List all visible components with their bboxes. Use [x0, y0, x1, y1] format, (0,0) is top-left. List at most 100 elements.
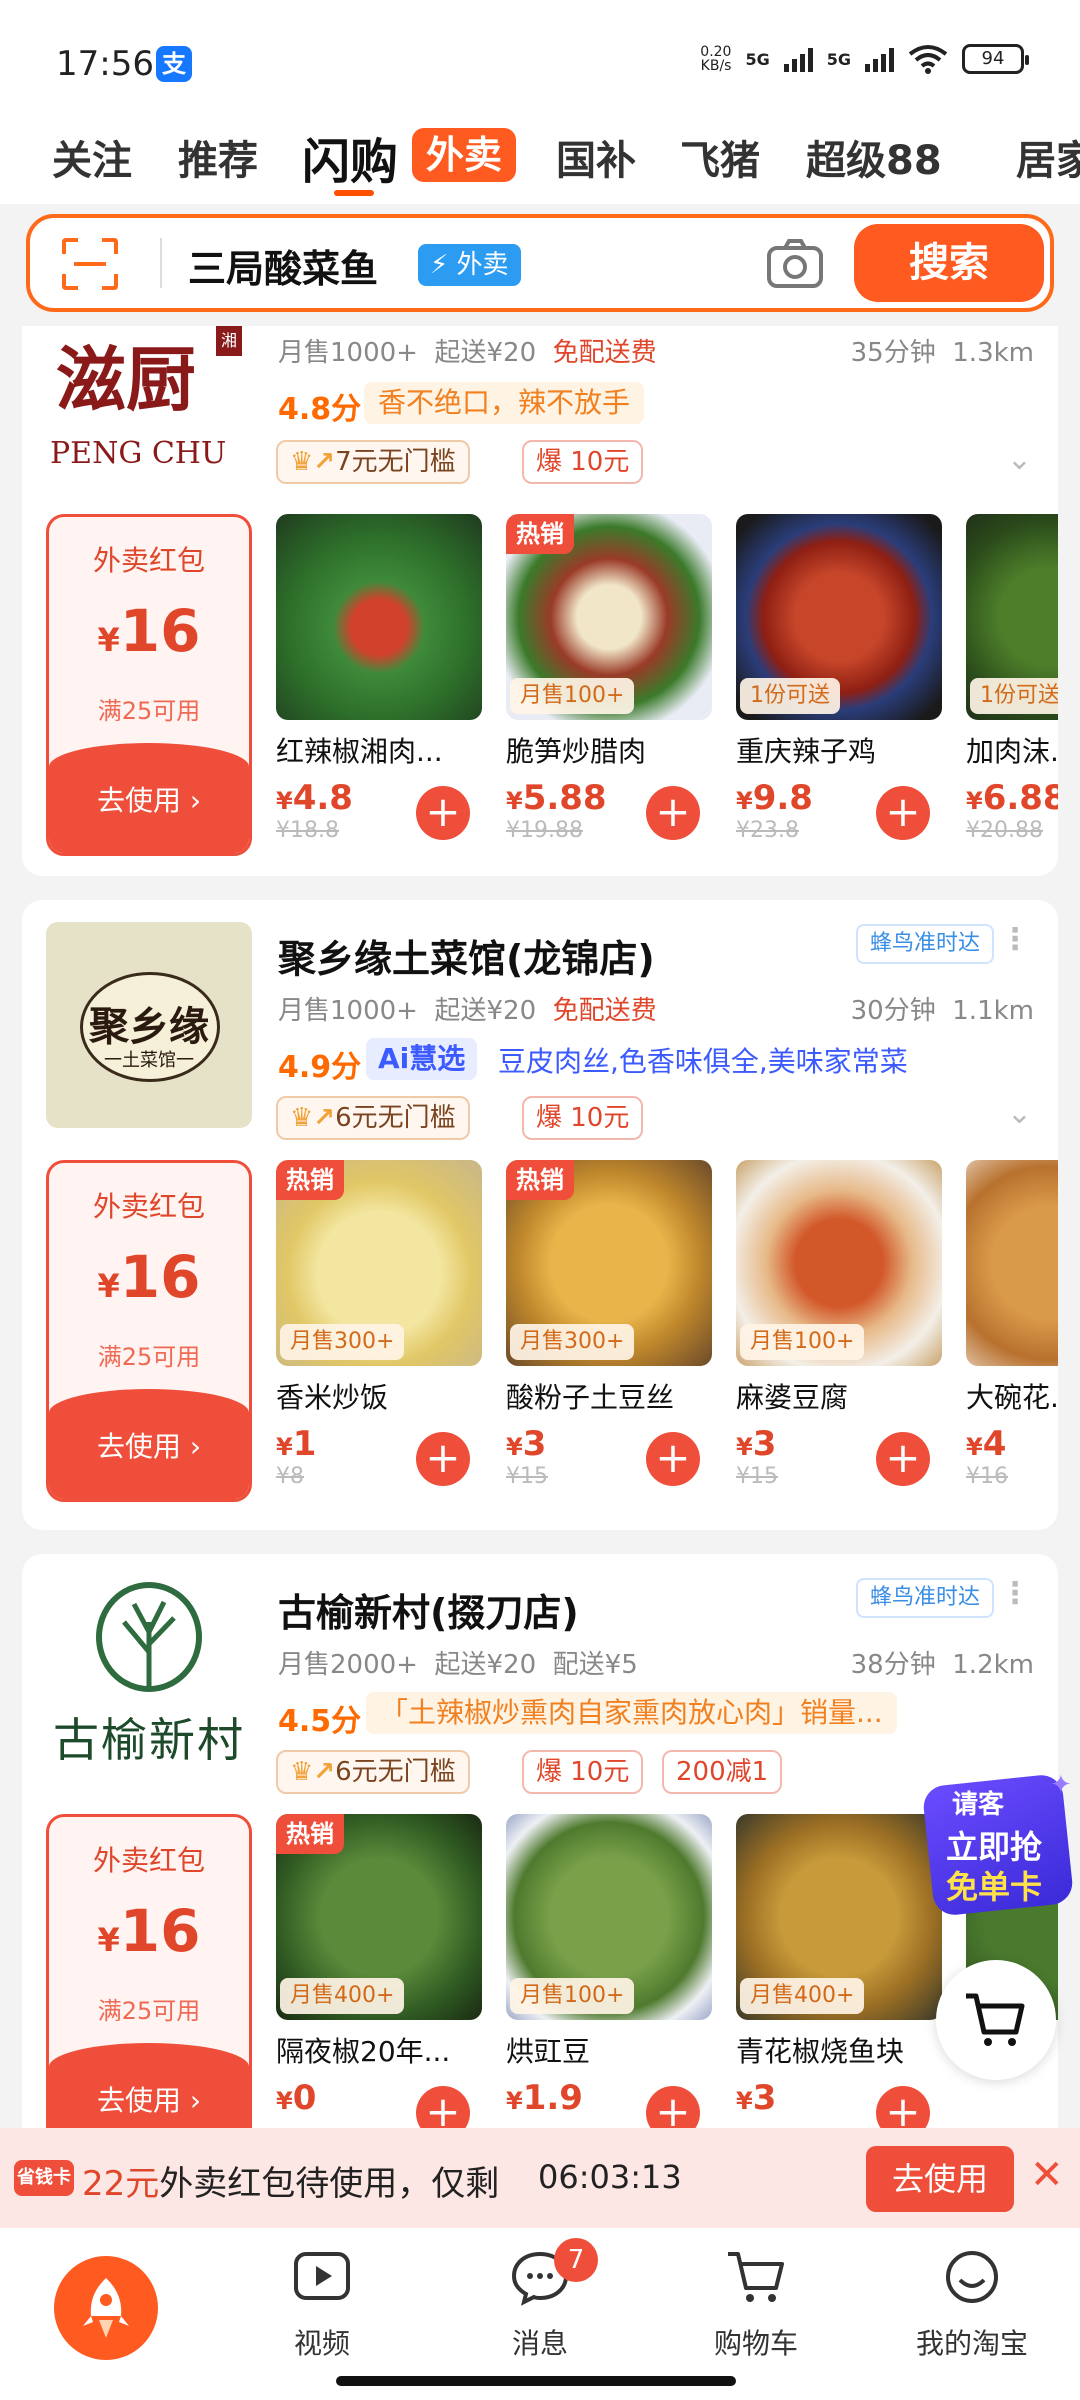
tab-subsidy[interactable]: 国补 — [556, 128, 636, 186]
nav-messages[interactable]: 7 消息 — [480, 2238, 600, 2362]
dish-item[interactable]: 热销 月售100+ 脆笋炒腊肉 ¥5.88 ¥19.88 + — [506, 514, 712, 843]
use-packet-button[interactable]: 去使用 › — [49, 2043, 249, 2128]
tab-home[interactable]: 居家 — [1016, 128, 1080, 186]
nav-cart[interactable]: 购物车 — [696, 2248, 816, 2362]
rocket-home-button[interactable] — [54, 2256, 158, 2360]
add-to-cart-button[interactable]: + — [876, 1432, 930, 1486]
tab-follow[interactable]: 关注 — [52, 128, 132, 186]
tab-flash-buy[interactable]: 闪购 — [302, 122, 398, 192]
fengniao-badge: 蜂鸟准时达 — [855, 1578, 994, 1618]
close-icon[interactable]: ✕ — [1030, 2152, 1064, 2198]
alipay-icon: 支 — [156, 46, 192, 82]
dish-item[interactable]: 热销 月售300+ 酸粉子土豆丝 ¥3 ¥15 + — [506, 1160, 712, 1489]
dish-item-clipped[interactable]: 1份可送 加肉沫... ¥6.88 ¥20.88 — [966, 514, 1058, 854]
dish-item[interactable]: 1份可送 重庆辣子鸡 ¥9.8 ¥23.8 + — [736, 514, 942, 843]
add-to-cart-button[interactable]: + — [876, 786, 930, 840]
search-divider — [160, 238, 162, 288]
free-order-promo[interactable]: 请客 立即抢 免单卡 ✦ — [918, 1770, 1078, 1920]
shop-name[interactable]: 古榆新村(掇刀店) — [278, 1582, 579, 1637]
use-now-button[interactable]: 去使用 — [866, 2146, 1014, 2212]
nav-video[interactable]: 视频 — [262, 2248, 382, 2362]
tab-recommend[interactable]: 推荐 — [178, 128, 258, 186]
dish-image[interactable]: 1份可送 — [736, 514, 942, 720]
dish-item[interactable]: 月售100+ 烘豇豆 ¥1.9 + — [506, 1814, 712, 2128]
add-to-cart-button[interactable]: + — [646, 786, 700, 840]
add-to-cart-button[interactable]: + — [416, 786, 470, 840]
shop-card[interactable]: 古榆新村 古榆新村(掇刀店) 蜂鸟准时达 ⋮ 月售2000+ 起送¥20 配送¥… — [22, 1554, 1058, 2128]
dish-image[interactable] — [966, 1160, 1058, 1366]
dish-image[interactable]: 月售100+ — [736, 1160, 942, 1366]
use-packet-button[interactable]: 去使用 › — [49, 1389, 249, 1499]
use-packet-button[interactable]: 去使用 › — [49, 743, 249, 853]
channel-tabs: 关注 推荐 闪购 外卖 国补 飞猪 超级88 居家 — [0, 120, 1080, 204]
dish-image[interactable]: 月售100+ — [506, 1814, 712, 2020]
shop-quote: 「土辣椒炒熏肉自家熏肉放心肉」销量... — [366, 1692, 897, 1734]
coupon-burst[interactable]: 爆 10元 — [522, 1096, 644, 1140]
search-bar[interactable]: 三局酸菜鱼 ⚡ 外卖 搜索 — [26, 214, 1054, 312]
chevron-down-icon[interactable]: ⌄ — [1007, 442, 1032, 477]
coupon-burst[interactable]: 爆 10元 — [522, 440, 644, 484]
shop-name[interactable]: 聚乡缘土菜馆(龙锦店) — [278, 928, 655, 983]
camera-icon[interactable] — [765, 236, 825, 292]
more-icon[interactable]: ⋮ — [1000, 922, 1030, 957]
dish-image[interactable] — [276, 514, 482, 720]
status-time: 17:56 — [56, 44, 154, 84]
shop-card[interactable]: 聚乡缘 一土菜馆一 聚乡缘土菜馆(龙锦店) 蜂鸟准时达 ⋮ 月售1000+ 起送… — [22, 900, 1058, 1530]
search-input[interactable]: 三局酸菜鱼 — [188, 238, 378, 293]
shop-logo: 聚乡缘 一土菜馆一 — [46, 922, 252, 1128]
dish-item[interactable]: 热销 月售300+ 香米炒饭 ¥1 ¥8 + — [276, 1160, 482, 1489]
signal-bars-icon — [865, 46, 894, 72]
shop-eta: 30分钟 1.1km — [850, 996, 1034, 1026]
shop-eta: 35分钟 1.3km — [850, 338, 1034, 368]
floating-cart-button[interactable] — [936, 1960, 1056, 2080]
dish-image[interactable]: 热销 月售400+ — [276, 1814, 482, 2020]
coupon-burst[interactable]: 爆 10元 — [522, 1750, 644, 1794]
battery-icon: 94 — [962, 44, 1029, 74]
home-indicator[interactable] — [336, 2376, 736, 2386]
tab-super88[interactable]: 超级88 — [806, 128, 942, 186]
waimai-badge[interactable]: 外卖 — [412, 128, 517, 182]
dish-image[interactable]: 1份可送 — [966, 514, 1058, 720]
dish-image[interactable]: 月售400+ — [736, 1814, 942, 2020]
dish-image[interactable]: 热销 月售100+ — [506, 514, 712, 720]
smile-icon — [946, 2251, 998, 2303]
shop-quote: 香不绝口，辣不放手 — [364, 382, 645, 424]
scan-icon[interactable] — [60, 236, 120, 292]
dish-item[interactable]: 月售100+ 麻婆豆腐 ¥3 ¥15 + — [736, 1160, 942, 1489]
tab-fliggy[interactable]: 飞猪 — [680, 128, 760, 186]
ai-pick-text: 豆皮肉丝,色香味俱全,美味家常菜 — [498, 1045, 908, 1078]
savings-card-icon: 省钱卡 — [14, 2160, 74, 2196]
chevron-down-icon[interactable]: ⌄ — [1007, 1096, 1032, 1131]
coupon-no-threshold[interactable]: ♛↗7元无门槛 — [276, 440, 470, 484]
rocket-icon — [83, 2278, 129, 2338]
add-to-cart-button[interactable]: + — [646, 1432, 700, 1486]
tree-logo-icon — [96, 1582, 202, 1692]
search-button[interactable]: 搜索 — [854, 224, 1044, 302]
dish-item-clipped[interactable]: 大碗花... ¥4 ¥16 — [966, 1160, 1058, 1510]
more-icon[interactable]: ⋮ — [1000, 1576, 1030, 1611]
bottom-nav: 视频 7 消息 购物车 我的淘宝 — [0, 2228, 1080, 2400]
dish-image[interactable]: 热销 月售300+ — [506, 1160, 712, 1366]
add-to-cart-button[interactable]: + — [416, 1432, 470, 1486]
packet-reminder-bar: 省钱卡 22元外卖红包待使用，仅剩 06:03:13 去使用 ✕ — [0, 2128, 1080, 2228]
dish-item[interactable]: 红辣椒湘肉... ¥4.8 ¥18.8 + — [276, 514, 482, 843]
network-speed: 0.20 KB/s — [700, 44, 732, 74]
signal-label-1: 5G — [745, 49, 770, 69]
coupon-no-threshold[interactable]: ♛↗6元无门槛 — [276, 1750, 470, 1794]
nav-my-taobao[interactable]: 我的淘宝 — [912, 2248, 1032, 2362]
signal-bars-icon — [783, 46, 813, 72]
dish-image[interactable]: 热销 月售300+ — [276, 1160, 482, 1366]
red-packet[interactable]: 外卖红包 ¥16 满25可用 去使用 › — [46, 514, 252, 856]
search-scope-tag: ⚡ 外卖 — [418, 244, 521, 286]
shop-rating: 4.9分 — [278, 1050, 362, 1085]
red-packet[interactable]: 外卖红包 ¥16 满25可用 去使用 › — [46, 1814, 252, 2128]
red-packet[interactable]: 外卖红包 ¥16 满25可用 去使用 › — [46, 1160, 252, 1502]
shop-meta: 月售1000+ 起送¥20 免配送费 — [278, 338, 657, 368]
dish-item[interactable]: 月售400+ 青花椒烧鱼块 ¥3 + — [736, 1814, 942, 2128]
shop-card[interactable]: 滋厨 湘 PENG CHU 月售1000+ 起送¥20 免配送费 35分钟 1.… — [22, 326, 1058, 876]
coupon-discount[interactable]: 200减1 — [662, 1750, 783, 1794]
dish-item[interactable]: 热销 月售400+ 隔夜椒20年... ¥0 + — [276, 1814, 482, 2128]
crown-icon: ♛↗ — [290, 447, 336, 477]
coupon-no-threshold[interactable]: ♛↗6元无门槛 — [276, 1096, 470, 1140]
crown-icon: ♛↗ — [290, 1757, 336, 1787]
